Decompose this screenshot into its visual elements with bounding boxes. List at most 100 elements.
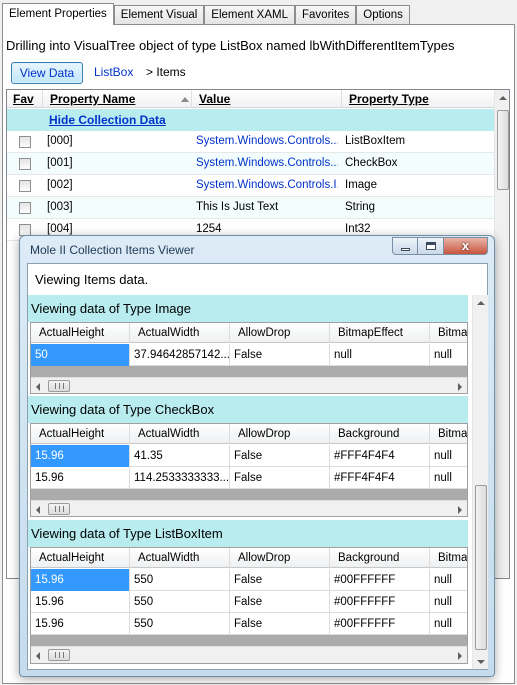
close-icon: x [461, 238, 470, 253]
cell[interactable]: False [230, 569, 330, 591]
scroll-left-icon[interactable] [36, 383, 40, 391]
column-header[interactable]: ActualHeight [31, 548, 130, 568]
column-header[interactable]: Background [330, 424, 430, 444]
cell[interactable]: null [430, 344, 467, 366]
fav-checkbox[interactable] [19, 180, 31, 192]
table-row[interactable]: 15.96 550 False #00FFFFFF null [31, 569, 467, 591]
cell[interactable]: #FFF4F4F4 [330, 445, 430, 467]
column-header[interactable]: BitmapEffect [330, 323, 430, 343]
table-row[interactable]: [001] System.Windows.Controls.... CheckB… [7, 153, 495, 175]
row-value-link[interactable]: System.Windows.Controls.... [196, 157, 338, 169]
scroll-up-icon[interactable] [477, 301, 485, 305]
scroll-thumb[interactable] [475, 485, 487, 650]
cell[interactable]: False [230, 613, 330, 635]
cell[interactable]: null [430, 445, 467, 467]
cell[interactable]: 15.96 [31, 613, 130, 635]
cell[interactable]: #00FFFFFF [330, 591, 430, 613]
grid-vertical-scrollbar[interactable] [494, 90, 509, 578]
tab-element-xaml[interactable]: Element XAML [204, 5, 295, 25]
section-title: Viewing data of Type CheckBox [31, 402, 215, 417]
tab-element-visual[interactable]: Element Visual [113, 5, 205, 25]
view-data-button[interactable]: View Data [11, 62, 83, 84]
column-header[interactable]: ActualHeight [31, 424, 130, 444]
cell[interactable]: null [430, 613, 467, 635]
cell[interactable]: 15.96 [31, 569, 130, 591]
cell[interactable]: 550 [130, 591, 230, 613]
tab-options[interactable]: Options [356, 5, 410, 25]
maximize-button[interactable] [418, 237, 444, 255]
scroll-thumb[interactable] [48, 380, 70, 392]
cell[interactable]: False [230, 591, 330, 613]
horizontal-scrollbar[interactable] [31, 646, 467, 663]
table-row[interactable]: [002] System.Windows.Controls.I... Image [7, 175, 495, 197]
row-value: 1254 [196, 223, 222, 235]
table-row[interactable]: 15.96 41.35 False #FFF4F4F4 null [31, 445, 467, 467]
column-header[interactable]: ActualHeight [31, 323, 130, 343]
cell[interactable]: 15.96 [31, 445, 130, 467]
scroll-down-icon[interactable] [477, 660, 485, 664]
scroll-up-icon[interactable] [499, 96, 507, 100]
scroll-left-icon[interactable] [36, 652, 40, 660]
header-property-type[interactable]: Property Type [342, 90, 495, 108]
header-fav[interactable]: Fav [7, 90, 43, 108]
column-header[interactable]: AllowDrop [230, 323, 330, 343]
column-header[interactable]: Bitmap [430, 424, 467, 444]
scroll-right-icon[interactable] [458, 506, 462, 514]
cell[interactable]: 50 [31, 344, 130, 366]
breadcrumb-listbox-link[interactable]: ListBox [94, 65, 133, 79]
cell[interactable]: #00FFFFFF [330, 569, 430, 591]
column-header[interactable]: ActualWidth [130, 323, 230, 343]
cell[interactable]: False [230, 467, 330, 489]
column-header[interactable]: Background [330, 548, 430, 568]
column-header[interactable]: AllowDrop [230, 424, 330, 444]
cell[interactable]: null [430, 467, 467, 489]
horizontal-scrollbar[interactable] [31, 500, 467, 516]
cell[interactable]: 15.96 [31, 467, 130, 489]
tab-favorites[interactable]: Favorites [295, 5, 357, 25]
scroll-thumb[interactable] [48, 503, 70, 515]
cell[interactable]: False [230, 344, 330, 366]
window-title: Mole II Collection Items Viewer [30, 243, 195, 257]
cell[interactable]: 37.94642857142... [130, 344, 230, 366]
scroll-thumb[interactable] [497, 110, 509, 190]
fav-checkbox[interactable] [19, 158, 31, 170]
column-header[interactable]: ActualWidth [130, 548, 230, 568]
row-value-link[interactable]: System.Windows.Controls.... [196, 135, 338, 147]
horizontal-scrollbar[interactable] [31, 377, 467, 393]
column-header[interactable]: Bitmap [430, 548, 467, 568]
cell[interactable]: 15.96 [31, 591, 130, 613]
scroll-thumb[interactable] [48, 649, 70, 661]
table-row[interactable]: 15.96 550 False #00FFFFFF null [31, 613, 467, 635]
scroll-left-icon[interactable] [36, 506, 40, 514]
table-row[interactable]: 15.96 550 False #00FFFFFF null [31, 591, 467, 613]
scroll-right-icon[interactable] [458, 383, 462, 391]
column-header[interactable]: Bitmap [430, 323, 467, 343]
scroll-right-icon[interactable] [458, 652, 462, 660]
cell[interactable]: 114.2533333333... [130, 467, 230, 489]
close-button[interactable]: x [444, 237, 488, 255]
cell[interactable]: 550 [130, 569, 230, 591]
cell[interactable]: 550 [130, 613, 230, 635]
header-property-name[interactable]: Property Name [43, 90, 192, 108]
minimize-button[interactable] [392, 237, 418, 255]
hide-collection-data-link[interactable]: Hide Collection Data [49, 113, 166, 127]
window-vertical-scrollbar[interactable] [472, 295, 488, 669]
cell[interactable]: 41.35 [130, 445, 230, 467]
table-row[interactable]: [000] System.Windows.Controls.... ListBo… [7, 131, 495, 153]
fav-checkbox[interactable] [19, 202, 31, 214]
table-row[interactable]: [003] This Is Just Text String [7, 197, 495, 219]
cell[interactable]: #00FFFFFF [330, 613, 430, 635]
column-header[interactable]: AllowDrop [230, 548, 330, 568]
table-row[interactable]: 50 37.94642857142... False null null [31, 344, 467, 366]
column-header[interactable]: ActualWidth [130, 424, 230, 444]
cell[interactable]: null [430, 569, 467, 591]
tab-element-properties[interactable]: Element Properties [2, 3, 114, 25]
row-value-link[interactable]: System.Windows.Controls.I... [196, 179, 338, 191]
cell[interactable]: null [330, 344, 430, 366]
fav-checkbox[interactable] [19, 136, 31, 148]
cell[interactable]: False [230, 445, 330, 467]
header-value[interactable]: Value [192, 90, 342, 108]
table-row[interactable]: 15.96 114.2533333333... False #FFF4F4F4 … [31, 467, 467, 489]
cell[interactable]: null [430, 591, 467, 613]
cell[interactable]: #FFF4F4F4 [330, 467, 430, 489]
